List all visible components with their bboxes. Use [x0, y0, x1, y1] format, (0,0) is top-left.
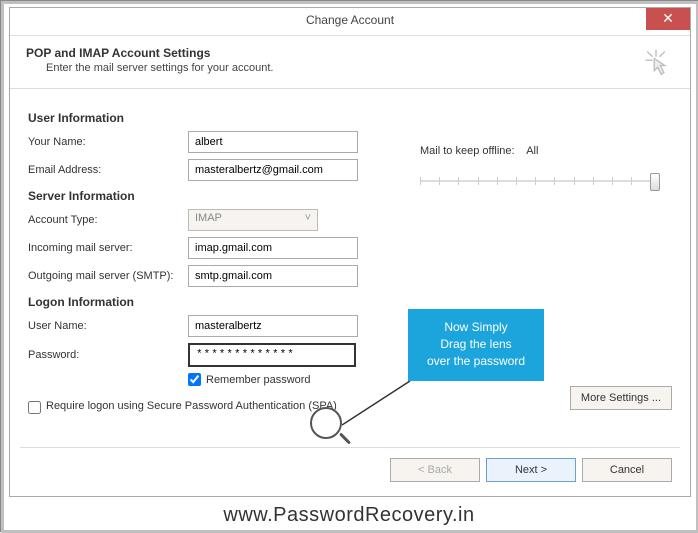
- section-logon-info: Logon Information: [28, 295, 672, 309]
- mail-keep-label: Mail to keep offline:: [420, 145, 515, 157]
- row-username: User Name:: [28, 315, 672, 337]
- remember-password-checkbox[interactable]: [188, 373, 201, 386]
- spa-checkbox[interactable]: [28, 401, 41, 414]
- outgoing-server-input[interactable]: [188, 265, 358, 287]
- password-input[interactable]: [188, 343, 356, 367]
- label-your-name: Your Name:: [28, 136, 188, 148]
- window-title: Change Account: [306, 13, 394, 27]
- header-title: POP and IMAP Account Settings: [26, 46, 674, 60]
- close-button[interactable]: ✕: [646, 8, 690, 30]
- slider-thumb[interactable]: [650, 173, 660, 191]
- row-account-type: Account Type: IMAP: [28, 209, 672, 231]
- change-account-dialog: Change Account ✕ POP and IMAP Account Se…: [9, 7, 691, 497]
- mail-keep-row: Mail to keep offline: All: [420, 145, 670, 157]
- right-column: Mail to keep offline: All: [420, 145, 670, 191]
- cancel-button[interactable]: Cancel: [582, 458, 672, 482]
- titlebar: Change Account ✕: [10, 8, 690, 36]
- your-name-input[interactable]: [188, 131, 358, 153]
- next-button[interactable]: Next >: [486, 458, 576, 482]
- back-button: < Back: [390, 458, 480, 482]
- callout-line3: over the password: [416, 353, 536, 370]
- incoming-server-input[interactable]: [188, 237, 358, 259]
- footer-separator: [20, 447, 680, 448]
- footer-buttons: < Back Next > Cancel: [390, 458, 672, 482]
- spa-label: Require logon using Secure Password Auth…: [46, 400, 337, 412]
- section-server-info: Server Information: [28, 189, 672, 203]
- section-user-info: User Information: [28, 111, 672, 125]
- label-incoming: Incoming mail server:: [28, 242, 188, 254]
- row-outgoing: Outgoing mail server (SMTP):: [28, 265, 672, 287]
- callout-line1: Now Simply: [416, 319, 536, 336]
- instruction-callout: Now Simply Drag the lens over the passwo…: [408, 309, 544, 381]
- mail-keep-slider[interactable]: [420, 171, 660, 191]
- label-password: Password:: [28, 349, 188, 361]
- cursor-click-icon: [642, 48, 670, 76]
- row-password: Password:: [28, 343, 672, 367]
- label-email: Email Address:: [28, 164, 188, 176]
- callout-line2: Drag the lens: [416, 336, 536, 353]
- remember-password-label: Remember password: [206, 374, 311, 386]
- label-username: User Name:: [28, 320, 188, 332]
- email-input[interactable]: [188, 159, 358, 181]
- row-incoming: Incoming mail server:: [28, 237, 672, 259]
- watermark: www.PasswordRecovery.in: [1, 504, 697, 527]
- account-type-select: IMAP: [188, 209, 318, 231]
- label-account-type: Account Type:: [28, 214, 188, 226]
- header-subtitle: Enter the mail server settings for your …: [46, 62, 674, 74]
- username-input[interactable]: [188, 315, 358, 337]
- dialog-body: User Information Your Name: Email Addres…: [10, 89, 690, 428]
- mail-keep-value: All: [526, 145, 538, 157]
- more-settings-wrap: More Settings ...: [570, 386, 672, 410]
- dialog-header: POP and IMAP Account Settings Enter the …: [10, 36, 690, 89]
- label-outgoing: Outgoing mail server (SMTP):: [28, 270, 188, 282]
- more-settings-button[interactable]: More Settings ...: [570, 386, 672, 410]
